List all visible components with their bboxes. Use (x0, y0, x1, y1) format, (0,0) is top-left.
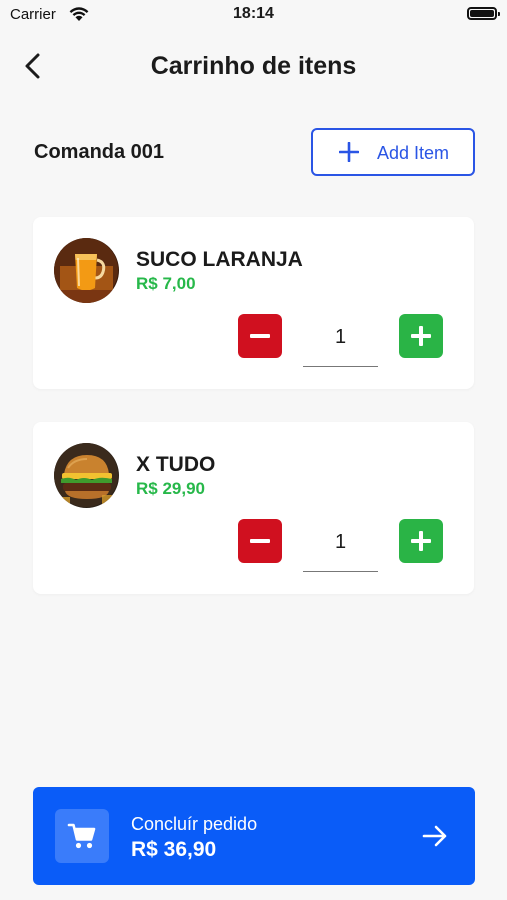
add-item-button[interactable]: Add Item (311, 128, 475, 176)
page-title: Carrinho de itens (150, 52, 357, 80)
increase-quantity-button[interactable] (399, 519, 443, 563)
increase-quantity-button[interactable] (399, 314, 443, 358)
plus-icon (339, 142, 359, 162)
status-time: 18:14 (233, 5, 274, 22)
decrease-quantity-button[interactable] (238, 519, 282, 563)
cart-icon-container (55, 809, 109, 863)
item-image-orange-juice (54, 238, 119, 303)
decrease-quantity-button[interactable] (238, 314, 282, 358)
cart-icon (67, 823, 96, 849)
add-item-label: Add Item (377, 143, 450, 163)
item-name: SUCO LARANJA (136, 248, 303, 271)
cart-item-card: SUCO LARANJA R$ 7,00 1 (33, 217, 474, 389)
item-name: X TUDO (136, 453, 216, 476)
status-bar: Carrier 18:14 (0, 0, 507, 30)
cart-item-card: X TUDO R$ 29,90 1 (33, 422, 474, 594)
battery-icon (467, 7, 500, 20)
checkout-button[interactable]: Concluír pedido R$ 36,90 (33, 787, 475, 885)
item-image-burger (54, 443, 119, 508)
item-price: R$ 29,90 (136, 479, 205, 498)
order-label: Comanda 001 (34, 141, 165, 163)
order-total: R$ 36,90 (131, 838, 217, 861)
arrow-right-icon (422, 825, 447, 847)
quantity-input[interactable]: 1 (303, 522, 378, 572)
quantity-input[interactable]: 1 (303, 317, 378, 367)
item-price: R$ 7,00 (136, 274, 196, 293)
checkout-label: Concluír pedido (131, 814, 258, 834)
